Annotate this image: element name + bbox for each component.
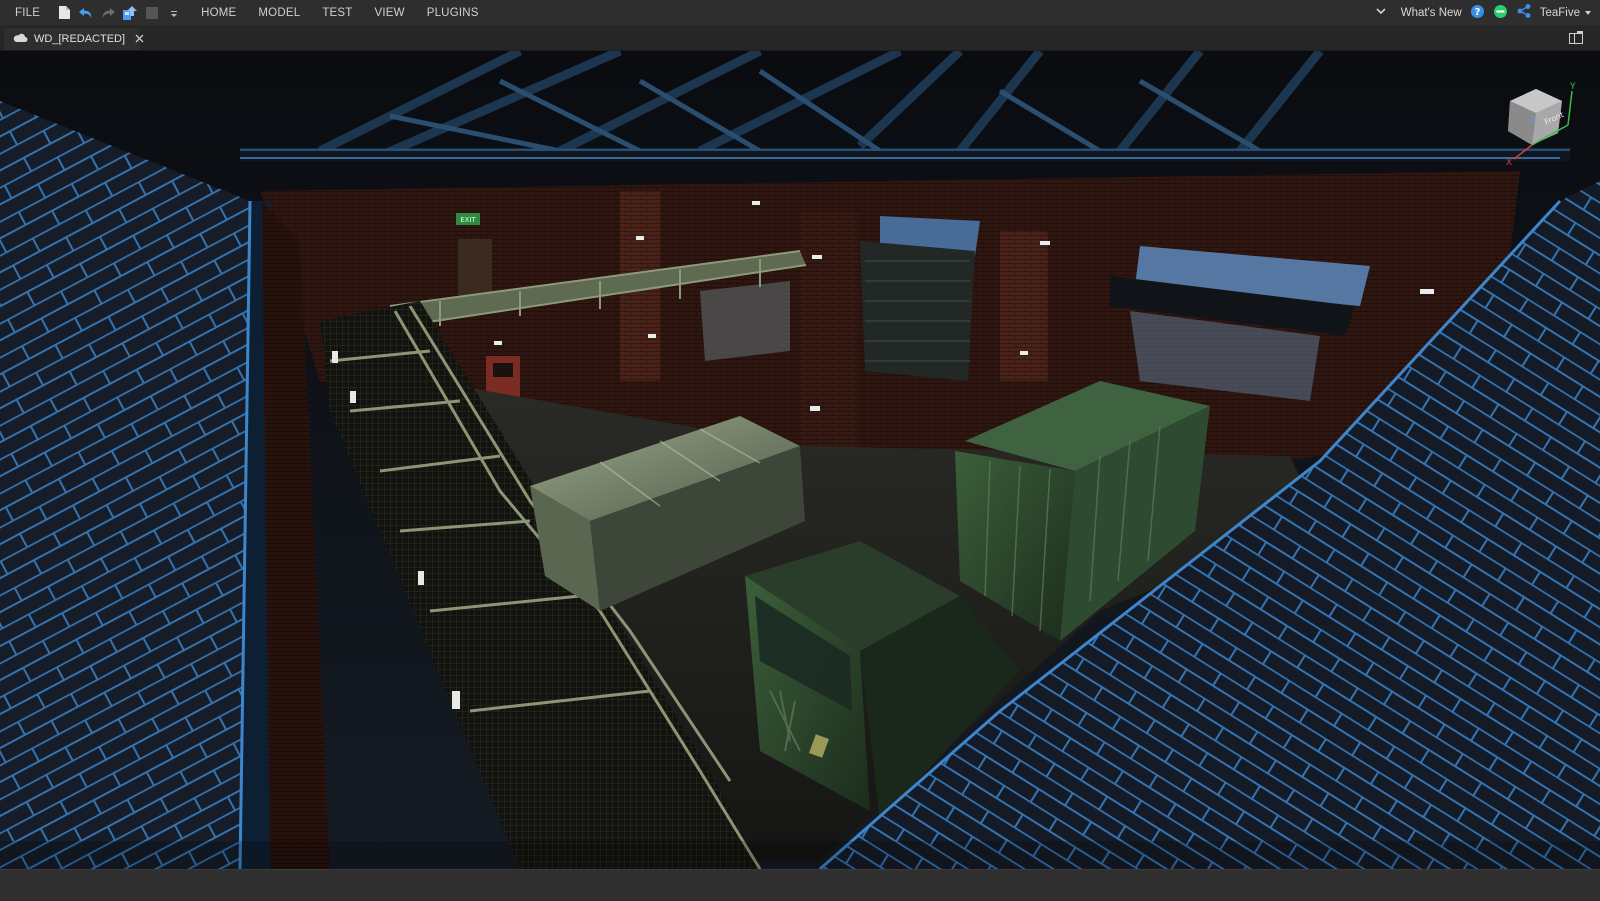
scene-render: EXIT: [0, 51, 1600, 869]
view-cube-axis-y: Y: [1569, 82, 1576, 92]
share-icon[interactable]: [1516, 3, 1532, 22]
help-icon[interactable]: ?: [1470, 4, 1485, 22]
status-bar: [0, 869, 1600, 901]
document-tab-title: WD_[REDACTED]: [34, 33, 126, 45]
new-file-icon[interactable]: [56, 5, 72, 21]
3d-viewport[interactable]: EXIT Front Z Y X: [0, 51, 1600, 869]
team-create-status-icon[interactable]: [1493, 4, 1508, 22]
redo-icon[interactable]: [100, 5, 116, 21]
quick-access-toolbar: [56, 5, 182, 21]
document-tab[interactable]: WD_[REDACTED]: [4, 28, 144, 50]
view-cube-axis-x: X: [1506, 158, 1512, 168]
tab-plugins[interactable]: PLUGINS: [416, 7, 490, 19]
menu-bar: FILE HOME MODEL TEST VIEW PLUGINS What's…: [0, 0, 1600, 26]
close-tab-icon[interactable]: [135, 32, 144, 46]
view-cube-axis-z: Z: [1530, 115, 1535, 123]
exit-sign-text: EXIT: [460, 216, 476, 224]
file-menu[interactable]: FILE: [0, 7, 56, 19]
tab-model[interactable]: MODEL: [247, 7, 311, 19]
undo-icon[interactable]: [78, 5, 94, 21]
cloud-icon: [12, 33, 28, 46]
view-cube[interactable]: Front Z Y X: [1492, 81, 1582, 171]
customize-dropdown-icon[interactable]: [166, 5, 182, 21]
publish-icon[interactable]: [122, 5, 138, 21]
dock-window-icon[interactable]: [1568, 30, 1584, 46]
whats-new-link[interactable]: What's New: [1401, 7, 1462, 19]
tab-view[interactable]: VIEW: [364, 7, 416, 19]
menu-right-group: What's New ? TeaFive: [1375, 0, 1600, 25]
username: TeaFive: [1539, 6, 1580, 19]
tab-test[interactable]: TEST: [311, 7, 363, 19]
user-menu[interactable]: TeaFive: [1540, 7, 1592, 19]
tab-home[interactable]: HOME: [190, 7, 247, 19]
stop-icon[interactable]: [144, 5, 160, 21]
chevron-down-icon: [1584, 7, 1592, 19]
svg-text:?: ?: [1474, 7, 1480, 18]
collapse-ribbon-icon[interactable]: [1375, 6, 1387, 19]
document-tab-bar: WD_[REDACTED]: [0, 26, 1600, 51]
